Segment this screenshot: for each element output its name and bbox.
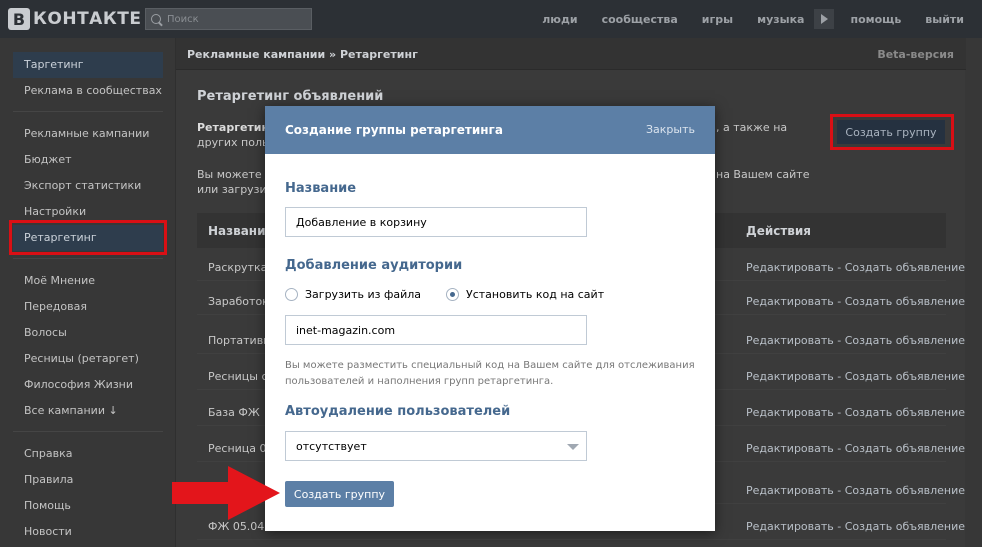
sidebar-item-campaign[interactable]: Волосы xyxy=(13,320,163,346)
nav-logout[interactable]: выйти xyxy=(925,13,964,26)
audience-label: Добавление аудитории xyxy=(285,258,463,273)
section-title: Ретаргетинг объявлений xyxy=(197,89,384,104)
row-actions[interactable]: Редактировать - Создать объявление xyxy=(746,295,965,308)
row-actions[interactable]: Редактировать - Создать объявление xyxy=(746,261,965,274)
breadcrumb-bar: Рекламные кампании » Ретаргетинг Beta-ве… xyxy=(176,38,966,70)
description-bold: Ретаргетин xyxy=(197,121,270,134)
dialog-title: Создание группы ретаргетинга xyxy=(285,123,503,137)
sidebar: Таргетинг Реклама в сообществах Рекламны… xyxy=(0,38,175,547)
sidebar-item-campaign[interactable]: Передовая xyxy=(13,294,163,320)
sidebar-divider xyxy=(13,431,163,432)
column-header-name: Название xyxy=(208,224,274,238)
sidebar-item-campaign[interactable]: Ресницы (ретаргет) xyxy=(13,346,163,372)
vk-logo[interactable]: В КОНТАКТЕ xyxy=(8,7,141,31)
top-navigation: люди сообщества игры музыка помощь выйти xyxy=(542,0,964,38)
search-box[interactable]: Поиск xyxy=(145,8,312,30)
sidebar-item-support[interactable]: Помощь xyxy=(13,493,163,519)
column-header-actions: Действия xyxy=(746,224,812,238)
nav-music[interactable]: музыка xyxy=(757,13,804,26)
vk-logo-mark: В xyxy=(8,8,30,30)
description-line: других польз xyxy=(197,136,275,149)
sidebar-item-community-ads[interactable]: Реклама в сообществах xyxy=(13,78,163,104)
autodelete-select[interactable]: отсутствует xyxy=(285,431,587,461)
sidebar-divider xyxy=(13,258,163,259)
group-name-input[interactable]: Добавление в корзину xyxy=(285,207,587,237)
row-actions[interactable]: Редактировать - Создать объявление xyxy=(746,334,965,347)
top-bar: В КОНТАКТЕ Поиск люди сообщества игры му… xyxy=(0,0,982,38)
retargeting-group-dialog: Создание группы ретаргетинга Закрыть Наз… xyxy=(265,106,715,531)
highlight-retargeting xyxy=(9,220,167,255)
radio-upload-file[interactable] xyxy=(285,288,298,301)
beta-label: Beta-версия xyxy=(877,48,954,61)
red-arrow-pointer xyxy=(172,466,280,520)
sidebar-item-campaign[interactable]: Философия Жизни xyxy=(13,372,163,398)
search-input[interactable]: Поиск xyxy=(167,14,199,25)
sidebar-item-help[interactable]: Справка xyxy=(13,441,163,467)
site-domain-input[interactable]: inet-magazin.com xyxy=(285,315,587,345)
radio-install-code[interactable] xyxy=(446,288,460,301)
vk-logo-text: КОНТАКТЕ xyxy=(33,9,142,29)
radio-install-code-label[interactable]: Установить код на сайт xyxy=(466,288,604,301)
nav-help[interactable]: помощь xyxy=(850,13,901,26)
row-actions[interactable]: Редактировать - Создать объявление xyxy=(746,484,965,497)
row-actions[interactable]: Редактировать - Создать объявление xyxy=(746,520,965,533)
description-tail: , а также на xyxy=(716,121,788,134)
row-actions[interactable]: Редактировать - Создать объявление xyxy=(746,406,965,419)
nav-people[interactable]: люди xyxy=(542,13,577,26)
audience-source-options: Загрузить из файла Установить код на сай… xyxy=(285,288,629,301)
row-name[interactable]: База ФЖ xyxy=(208,406,260,419)
description-line: или загрузив xyxy=(197,183,274,196)
sidebar-item-news[interactable]: Новости xyxy=(13,519,163,545)
description-tail: на Вашем сайте xyxy=(716,168,810,181)
sidebar-divider xyxy=(13,111,163,112)
sidebar-item-rules[interactable]: Правила xyxy=(13,467,163,493)
chevron-down-icon xyxy=(567,444,579,450)
breadcrumb[interactable]: Рекламные кампании » Ретаргетинг xyxy=(187,48,418,61)
play-button[interactable] xyxy=(814,9,835,29)
dialog-header: Создание группы ретаргетинга Закрыть xyxy=(265,106,715,154)
search-icon xyxy=(151,14,161,24)
sidebar-item-campaign[interactable]: Моё Мнение xyxy=(13,268,163,294)
nav-communities[interactable]: сообщества xyxy=(602,13,678,26)
row-actions[interactable]: Редактировать - Создать объявление xyxy=(746,370,965,383)
row-actions[interactable]: Редактировать - Создать объявление xyxy=(746,442,965,455)
nav-games[interactable]: игры xyxy=(702,13,733,26)
submit-create-group-button[interactable]: Создать группу xyxy=(285,481,394,507)
hint-text: Вы можете разместить специальный код на … xyxy=(285,360,695,387)
autodelete-label: Автоудаление пользователей xyxy=(285,404,511,419)
autodelete-selected-value: отсутствует xyxy=(296,439,367,453)
name-label: Название xyxy=(285,181,357,196)
sidebar-item-all-campaigns[interactable]: Все кампании ↓ xyxy=(13,398,163,424)
sidebar-item-export-stats[interactable]: Экспорт статистики xyxy=(13,173,163,199)
highlight-create-button xyxy=(830,114,954,150)
sidebar-item-targeting[interactable]: Таргетинг xyxy=(13,52,163,78)
radio-upload-file-label[interactable]: Загрузить из файла xyxy=(305,288,421,301)
play-icon xyxy=(820,14,828,24)
sidebar-item-campaigns[interactable]: Рекламные кампании xyxy=(13,121,163,147)
sidebar-item-budget[interactable]: Бюджет xyxy=(13,147,163,173)
close-button[interactable]: Закрыть xyxy=(646,123,695,136)
